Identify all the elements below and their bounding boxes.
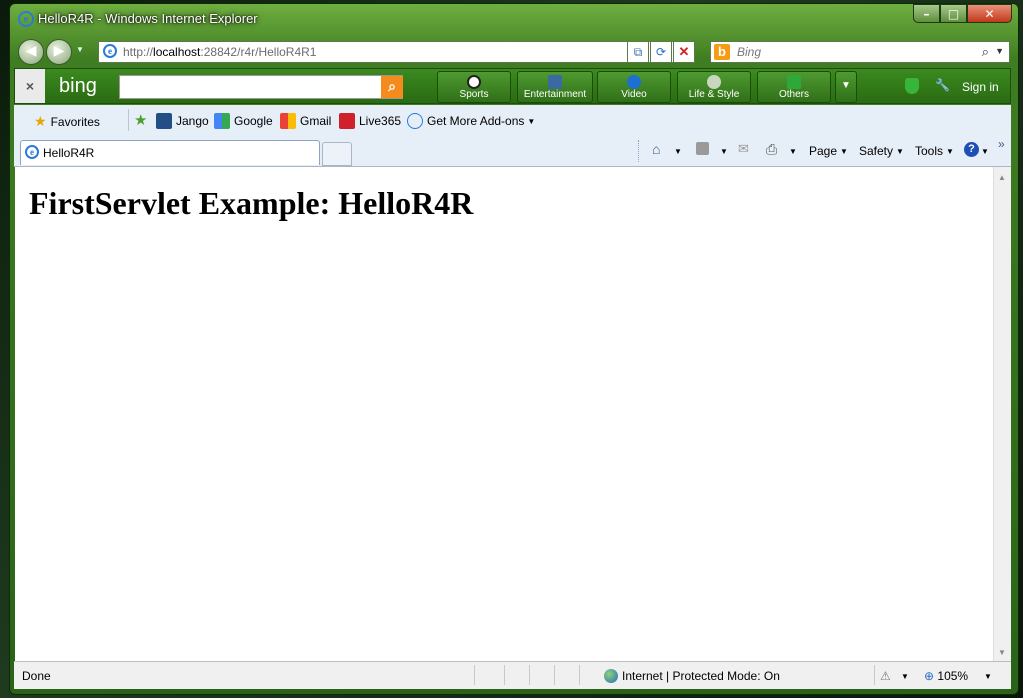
bing-bar-close-button[interactable]: × bbox=[15, 69, 45, 103]
pop-up-blocker-icon[interactable]: ⚠ bbox=[880, 669, 891, 683]
status-text: Done bbox=[22, 669, 51, 683]
favorite-live365[interactable]: Live365 bbox=[339, 113, 401, 129]
minimize-button[interactable]: – bbox=[913, 4, 940, 23]
tab-row: e HelloR4R ⌂ ▼ ▼ ✉ ⎙ ▼ Page ▼ Safety ▼ Too… bbox=[14, 136, 1011, 167]
bing-tab-others[interactable]: Others bbox=[757, 71, 831, 103]
address-url[interactable]: http://localhost:28842/r4r/HelloR4R1 bbox=[123, 45, 316, 59]
bing-tab-sports[interactable]: Sports bbox=[437, 71, 511, 103]
favorite-google[interactable]: Google bbox=[214, 113, 273, 129]
get-more-addons[interactable]: Get More Add-ons ▼ bbox=[407, 113, 535, 129]
bing-toolbar: × bing ⌕ Sports Entertainment Video Life… bbox=[14, 68, 1011, 104]
home-icon[interactable]: ⌂ bbox=[652, 141, 660, 157]
cup-icon bbox=[707, 75, 721, 89]
search-icon[interactable]: ⌕ bbox=[982, 44, 989, 60]
refresh-icon[interactable]: ⟳ bbox=[650, 41, 672, 63]
safety-menu[interactable]: Safety ▼ bbox=[859, 144, 904, 158]
favorites-button[interactable]: ★ Favorites bbox=[34, 113, 100, 130]
page-icon: e bbox=[103, 44, 117, 58]
bing-more-dropdown[interactable]: ▼ bbox=[835, 71, 857, 103]
close-button[interactable]: ✕ bbox=[967, 4, 1012, 23]
video-play-icon bbox=[627, 75, 641, 89]
feeds-dropdown-icon[interactable]: ▼ bbox=[720, 147, 728, 156]
live365-icon bbox=[339, 113, 355, 129]
security-zone[interactable]: Internet | Protected Mode: On bbox=[604, 669, 780, 683]
soccer-ball-icon bbox=[467, 75, 481, 89]
zoom-icon: ⊕ bbox=[924, 669, 935, 683]
scroll-up-icon[interactable]: ▲ bbox=[998, 173, 1006, 182]
print-dropdown-icon[interactable]: ▼ bbox=[789, 147, 797, 156]
forward-button[interactable]: ▶ bbox=[46, 39, 72, 65]
page-heading: FirstServlet Example: HelloR4R bbox=[29, 185, 474, 221]
search-placeholder[interactable]: Bing bbox=[737, 45, 761, 59]
ie-logo-icon: e bbox=[18, 11, 34, 27]
add-to-favorites-icon[interactable]: ★ bbox=[134, 111, 147, 129]
browser-tab-hellor4r[interactable]: e HelloR4R bbox=[20, 140, 320, 165]
wrench-icon[interactable]: 🔧 bbox=[935, 78, 950, 92]
sign-in-link[interactable]: Sign in bbox=[962, 80, 999, 94]
jango-icon bbox=[156, 113, 172, 129]
entertainment-icon bbox=[548, 75, 562, 89]
google-icon bbox=[214, 113, 230, 129]
address-bar[interactable]: e http://localhost:28842/r4r/HelloR4R1 ▼ bbox=[98, 41, 694, 63]
navigation-bar: ◀ ▶ ▼ e http://localhost:28842/r4r/Hello… bbox=[10, 34, 1018, 68]
globe-icon bbox=[604, 669, 618, 683]
others-icon bbox=[787, 75, 801, 89]
shield-icon[interactable] bbox=[905, 78, 919, 94]
vertical-scrollbar[interactable]: ▲ ▼ bbox=[993, 167, 1011, 661]
maximize-button[interactable]: □ bbox=[940, 4, 967, 23]
stop-icon[interactable]: ✕ bbox=[673, 41, 695, 63]
browser-window: e HelloR4R - Windows Internet Explorer –… bbox=[9, 3, 1019, 695]
search-box[interactable]: b Bing ⌕ ▼ bbox=[710, 41, 1010, 63]
bing-tab-video[interactable]: Video bbox=[597, 71, 671, 103]
bing-tab-entertainment[interactable]: Entertainment bbox=[517, 71, 593, 103]
favorite-jango[interactable]: Jango bbox=[156, 113, 209, 129]
favorites-bar: ★ Favorites ★ Jango Google Gmail Live365 … bbox=[14, 105, 1011, 137]
gmail-icon bbox=[280, 113, 296, 129]
home-dropdown-icon[interactable]: ▼ bbox=[674, 147, 682, 156]
bing-logo-icon: b bbox=[714, 44, 730, 60]
favorite-gmail[interactable]: Gmail bbox=[280, 113, 331, 129]
scroll-down-icon[interactable]: ▼ bbox=[998, 648, 1006, 657]
title-bar: e HelloR4R - Windows Internet Explorer –… bbox=[10, 4, 1018, 34]
star-icon: ★ bbox=[34, 113, 47, 129]
bing-search-button[interactable]: ⌕ bbox=[381, 76, 403, 98]
help-icon[interactable]: ? bbox=[964, 142, 979, 157]
zoom-level[interactable]: ⊕ 105% bbox=[924, 669, 968, 683]
pop-up-dropdown-icon[interactable]: ▼ bbox=[901, 672, 909, 681]
tab-label: HelloR4R bbox=[43, 146, 95, 160]
page-menu[interactable]: Page ▼ bbox=[809, 144, 848, 158]
window-title: HelloR4R - Windows Internet Explorer bbox=[38, 11, 258, 26]
bing-logo: bing bbox=[59, 75, 97, 97]
compatibility-view-icon[interactable]: ⧉ bbox=[627, 41, 649, 63]
ie-addons-icon bbox=[407, 113, 423, 129]
page-content: FirstServlet Example: HelloR4R bbox=[15, 167, 993, 661]
recent-pages-dropdown-icon[interactable]: ▼ bbox=[76, 45, 84, 54]
more-commands-icon[interactable]: » bbox=[998, 137, 1005, 151]
zoom-dropdown-icon[interactable]: ▼ bbox=[984, 672, 992, 681]
tools-menu[interactable]: Tools ▼ bbox=[915, 144, 954, 158]
back-button[interactable]: ◀ bbox=[18, 39, 44, 65]
print-icon[interactable]: ⎙ bbox=[766, 141, 777, 158]
feeds-icon[interactable] bbox=[696, 142, 709, 155]
addons-dropdown-icon: ▼ bbox=[527, 117, 536, 126]
bing-tab-life-style[interactable]: Life & Style bbox=[677, 71, 751, 103]
help-dropdown-icon[interactable]: ▼ bbox=[981, 147, 989, 156]
new-tab-button[interactable] bbox=[322, 142, 352, 166]
status-bar: Done Internet | Protected Mode: On ⚠ ▼ ⊕… bbox=[14, 661, 1011, 689]
search-dropdown-icon[interactable]: ▼ bbox=[995, 46, 1004, 56]
read-mail-icon[interactable]: ✉ bbox=[738, 141, 749, 157]
tab-ie-icon: e bbox=[25, 145, 39, 159]
bing-search-input[interactable] bbox=[119, 75, 403, 99]
